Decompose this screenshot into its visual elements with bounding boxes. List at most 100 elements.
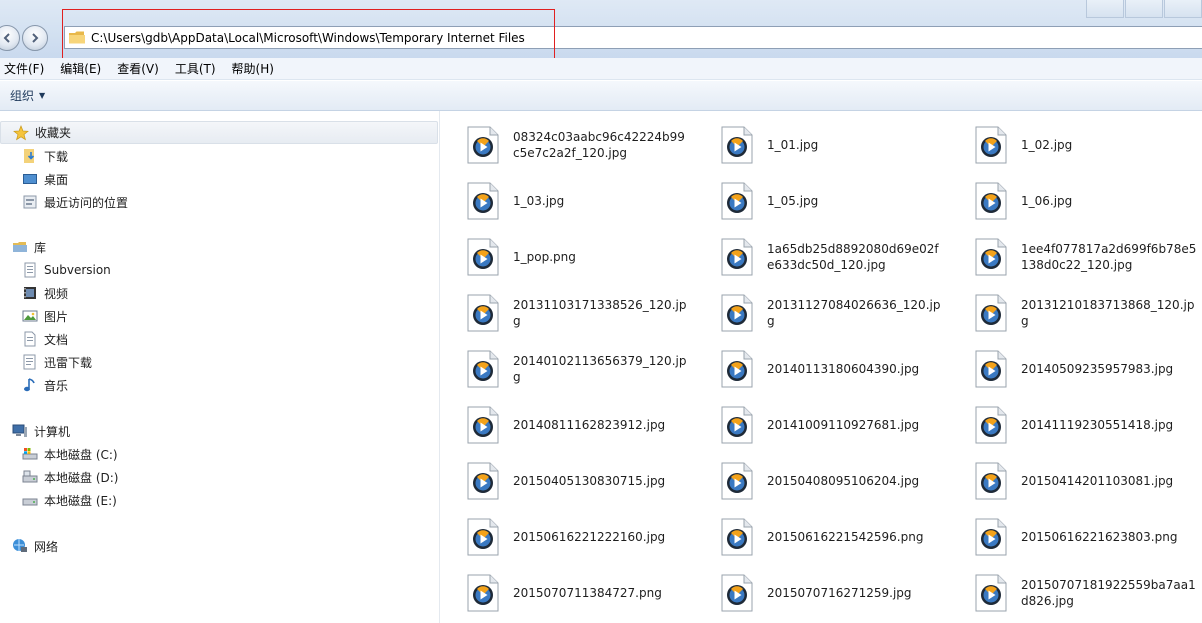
- file-item[interactable]: 1a65db25d8892080d69e02fe633dc50d_120.jpg: [695, 234, 945, 280]
- nav-item-drive-c[interactable]: 本地磁盘 (C:): [22, 444, 118, 464]
- file-name: 20150616221542596.png: [767, 530, 924, 544]
- menu-view[interactable]: 查看(V): [113, 60, 167, 77]
- nav-item-downloads[interactable]: 下载: [22, 146, 68, 166]
- nav-item-thunder-downloads[interactable]: 迅雷下载: [22, 352, 92, 372]
- file-item[interactable]: 2015070711384727.png: [441, 570, 691, 616]
- file-item[interactable]: 20150707181922559ba7aa1d826.jpg: [949, 570, 1199, 616]
- media-file-icon: [467, 294, 499, 332]
- file-name: 20140113180604390.jpg: [767, 362, 920, 376]
- file-item[interactable]: 20150616221542596.png: [695, 514, 945, 560]
- nav-item-label: 本地磁盘 (C:): [44, 447, 118, 462]
- file-item[interactable]: 1_pop.png: [441, 234, 691, 280]
- drive-icon: [22, 470, 38, 483]
- file-item[interactable]: 20150616221623803.png: [949, 514, 1199, 560]
- file-name: 20131127084026636_120.jpg: [767, 298, 941, 328]
- star-icon: [13, 124, 29, 140]
- file-name: 20150408095106204.jpg: [767, 474, 920, 488]
- nav-computer[interactable]: 计算机: [12, 421, 70, 441]
- file-name: 1_01.jpg: [767, 138, 819, 152]
- minimize-button[interactable]: [1086, 0, 1124, 18]
- file-item[interactable]: 1ee4f077817a2d699f6b78e5138d0c22_120.jpg: [949, 234, 1199, 280]
- media-file-icon: [467, 574, 499, 612]
- desktop-icon: [23, 174, 37, 184]
- nav-item-drive-e[interactable]: 本地磁盘 (E:): [22, 490, 117, 510]
- nav-item-music[interactable]: 音乐: [22, 375, 68, 395]
- folder-icon: [69, 31, 85, 44]
- file-item[interactable]: 20150414201103081.jpg: [949, 458, 1199, 504]
- address-path: C:\Users\gdb\AppData\Local\Microsoft\Win…: [91, 30, 525, 45]
- nav-computer-label: 计算机: [34, 424, 71, 439]
- media-file-icon: [975, 182, 1007, 220]
- nav-item-label: 下载: [44, 149, 69, 164]
- file-item[interactable]: 20140509235957983.jpg: [949, 346, 1199, 392]
- nav-item-videos[interactable]: 视频: [22, 283, 68, 303]
- file-item[interactable]: 20131127084026636_120.jpg: [695, 290, 945, 336]
- file-item[interactable]: 20131103171338526_120.jpg: [441, 290, 691, 336]
- nav-network-label: 网络: [34, 539, 59, 554]
- media-file-icon: [721, 126, 753, 164]
- nav-libraries[interactable]: 库: [12, 237, 46, 257]
- system-drive-icon: [22, 448, 38, 460]
- file-item[interactable]: 1_05.jpg: [695, 178, 945, 224]
- file-list: 08324c03aabc96c42224b99c5e7c2a2f_120.jpg…: [441, 111, 1202, 623]
- file-name: 20140102113656379_120.jpg: [513, 354, 687, 384]
- nav-item-documents[interactable]: 文档: [22, 329, 68, 349]
- file-item[interactable]: 1_01.jpg: [695, 122, 945, 168]
- file-item[interactable]: 2015070716271259.jpg: [695, 570, 945, 616]
- nav-item-label: 最近访问的位置: [44, 195, 129, 210]
- media-file-icon: [721, 574, 753, 612]
- forward-button[interactable]: [22, 25, 48, 51]
- file-item[interactable]: 20150616221222160.jpg: [441, 514, 691, 560]
- nav-item-desktop[interactable]: 桌面: [22, 169, 68, 189]
- file-name: 20150616221222160.jpg: [513, 530, 666, 544]
- file-name: 1a65db25d8892080d69e02fe633dc50d_120.jpg: [767, 242, 939, 272]
- video-icon: [24, 287, 36, 299]
- file-item[interactable]: 1_02.jpg: [949, 122, 1199, 168]
- media-file-icon: [467, 406, 499, 444]
- organize-button[interactable]: 组织 ▼: [10, 87, 45, 104]
- nav-favorites[interactable]: 收藏夹: [0, 121, 438, 144]
- file-item[interactable]: 1_03.jpg: [441, 178, 691, 224]
- recent-places-icon: [23, 195, 37, 209]
- media-file-icon: [721, 294, 753, 332]
- file-name: 20150616221623803.png: [1021, 530, 1178, 544]
- address-bar[interactable]: C:\Users\gdb\AppData\Local\Microsoft\Win…: [64, 26, 1202, 49]
- media-file-icon: [975, 350, 1007, 388]
- back-button[interactable]: [0, 25, 20, 51]
- file-name: 20150414201103081.jpg: [1021, 474, 1174, 488]
- file-item[interactable]: 20140113180604390.jpg: [695, 346, 945, 392]
- menu-tools[interactable]: 工具(T): [171, 60, 224, 77]
- nav-network[interactable]: 网络: [12, 536, 58, 556]
- maximize-button[interactable]: [1125, 0, 1163, 18]
- nav-item-label: 文档: [44, 332, 69, 347]
- close-button[interactable]: [1164, 0, 1202, 18]
- media-file-icon: [721, 518, 753, 556]
- nav-item-recent-places[interactable]: 最近访问的位置: [22, 192, 128, 212]
- media-file-icon: [975, 518, 1007, 556]
- menu-file[interactable]: 文件(F): [0, 60, 52, 77]
- nav-item-label: Subversion: [44, 263, 111, 277]
- file-item[interactable]: 1_06.jpg: [949, 178, 1199, 224]
- nav-item-subversion[interactable]: Subversion: [22, 260, 111, 280]
- file-item[interactable]: 20140811162823912.jpg: [441, 402, 691, 448]
- nav-item-label: 迅雷下载: [44, 355, 93, 370]
- file-item[interactable]: 20150405130830715.jpg: [441, 458, 691, 504]
- nav-item-drive-d[interactable]: 本地磁盘 (D:): [22, 467, 118, 487]
- chevron-down-icon: ▼: [39, 91, 46, 100]
- nav-item-pictures[interactable]: 图片: [22, 306, 68, 326]
- file-name: 1_03.jpg: [513, 194, 565, 208]
- file-name: 20141119230551418.jpg: [1021, 418, 1174, 432]
- file-item[interactable]: 20141009110927681.jpg: [695, 402, 945, 448]
- media-file-icon: [975, 406, 1007, 444]
- file-item[interactable]: 20140102113656379_120.jpg: [441, 346, 691, 392]
- forward-arrow-icon: [32, 33, 39, 43]
- menu-help[interactable]: 帮助(H): [228, 60, 282, 77]
- pictures-icon: [22, 310, 38, 322]
- file-item[interactable]: 20141119230551418.jpg: [949, 402, 1199, 448]
- media-file-icon: [975, 462, 1007, 500]
- file-item[interactable]: 20150408095106204.jpg: [695, 458, 945, 504]
- menu-edit[interactable]: 编辑(E): [56, 60, 109, 77]
- media-file-icon: [467, 182, 499, 220]
- file-item[interactable]: 08324c03aabc96c42224b99c5e7c2a2f_120.jpg: [441, 122, 691, 168]
- file-item[interactable]: 20131210183713868_120.jpg: [949, 290, 1199, 336]
